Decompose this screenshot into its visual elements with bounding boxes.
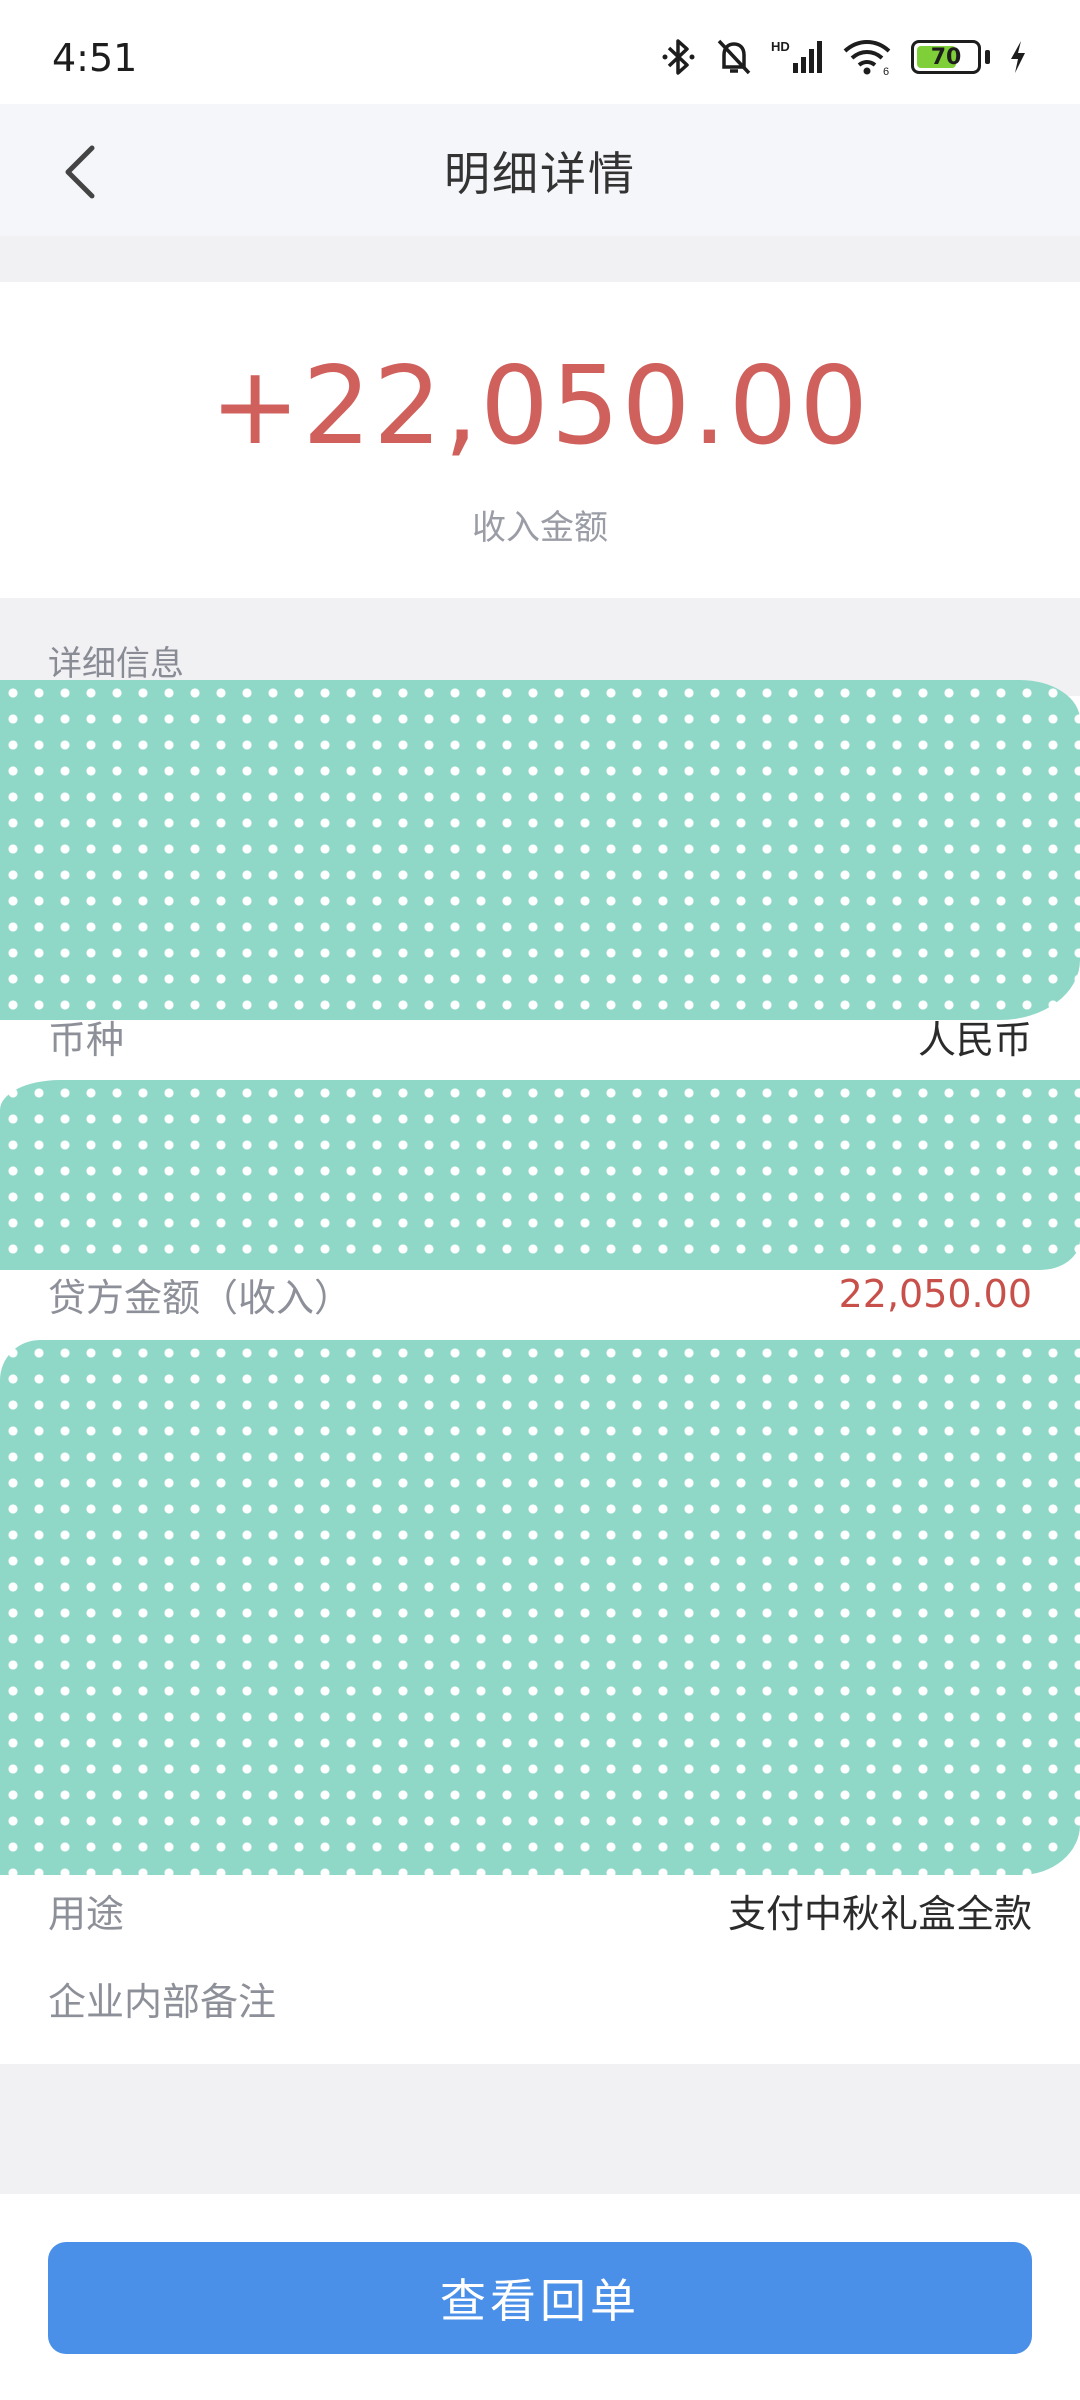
detail-row-internal-note: 企业内部备注 bbox=[48, 1968, 1032, 2028]
redaction-mask bbox=[0, 1340, 1080, 1875]
view-receipt-button[interactable]: 查看回单 bbox=[48, 2242, 1032, 2354]
amount-value: +22,050.00 bbox=[209, 344, 871, 469]
row-value: 22,050.00 bbox=[838, 1272, 1032, 1316]
page-title: 明细详情 bbox=[444, 147, 636, 201]
wifi-icon: 6 bbox=[843, 40, 891, 77]
view-receipt-label: 查看回单 bbox=[440, 2275, 640, 2327]
row-label: 贷方金额（收入） bbox=[48, 1275, 353, 1320]
status-time: 4:51 bbox=[52, 36, 138, 80]
charging-icon bbox=[1011, 41, 1025, 73]
status-icons: HD 6 70 bbox=[661, 34, 1028, 80]
battery-level: 70 bbox=[930, 44, 962, 70]
amount-label: 收入金额 bbox=[472, 508, 608, 548]
section-label: 详细信息 bbox=[48, 644, 184, 684]
detail-row-purpose: 用途 支付中秋礼盒全款 bbox=[48, 1880, 1032, 1940]
signal-icon: HD bbox=[771, 39, 822, 73]
status-bar: 4:51 HD 6 70 bbox=[0, 0, 1080, 104]
bluetooth-icon bbox=[662, 39, 695, 75]
row-value: 支付中秋礼盒全款 bbox=[727, 1891, 1032, 1936]
amount-card: +22,050.00 收入金额 bbox=[0, 282, 1080, 598]
bell-off-icon bbox=[717, 39, 751, 75]
battery-icon: 70 bbox=[911, 40, 981, 74]
nav-bar: 明细详情 bbox=[0, 104, 1080, 236]
redaction-mask bbox=[0, 680, 1080, 1020]
redaction-mask bbox=[0, 1080, 1080, 1270]
bottom-bar: 查看回单 bbox=[0, 2194, 1080, 2400]
svg-text:6: 6 bbox=[883, 66, 889, 77]
row-label: 用途 bbox=[48, 1891, 125, 1936]
row-label: 企业内部备注 bbox=[48, 1979, 277, 2024]
svg-text:HD: HD bbox=[771, 39, 790, 54]
detail-row-credit-amount: 贷方金额（收入） 22,050.00 bbox=[48, 1264, 1032, 1324]
